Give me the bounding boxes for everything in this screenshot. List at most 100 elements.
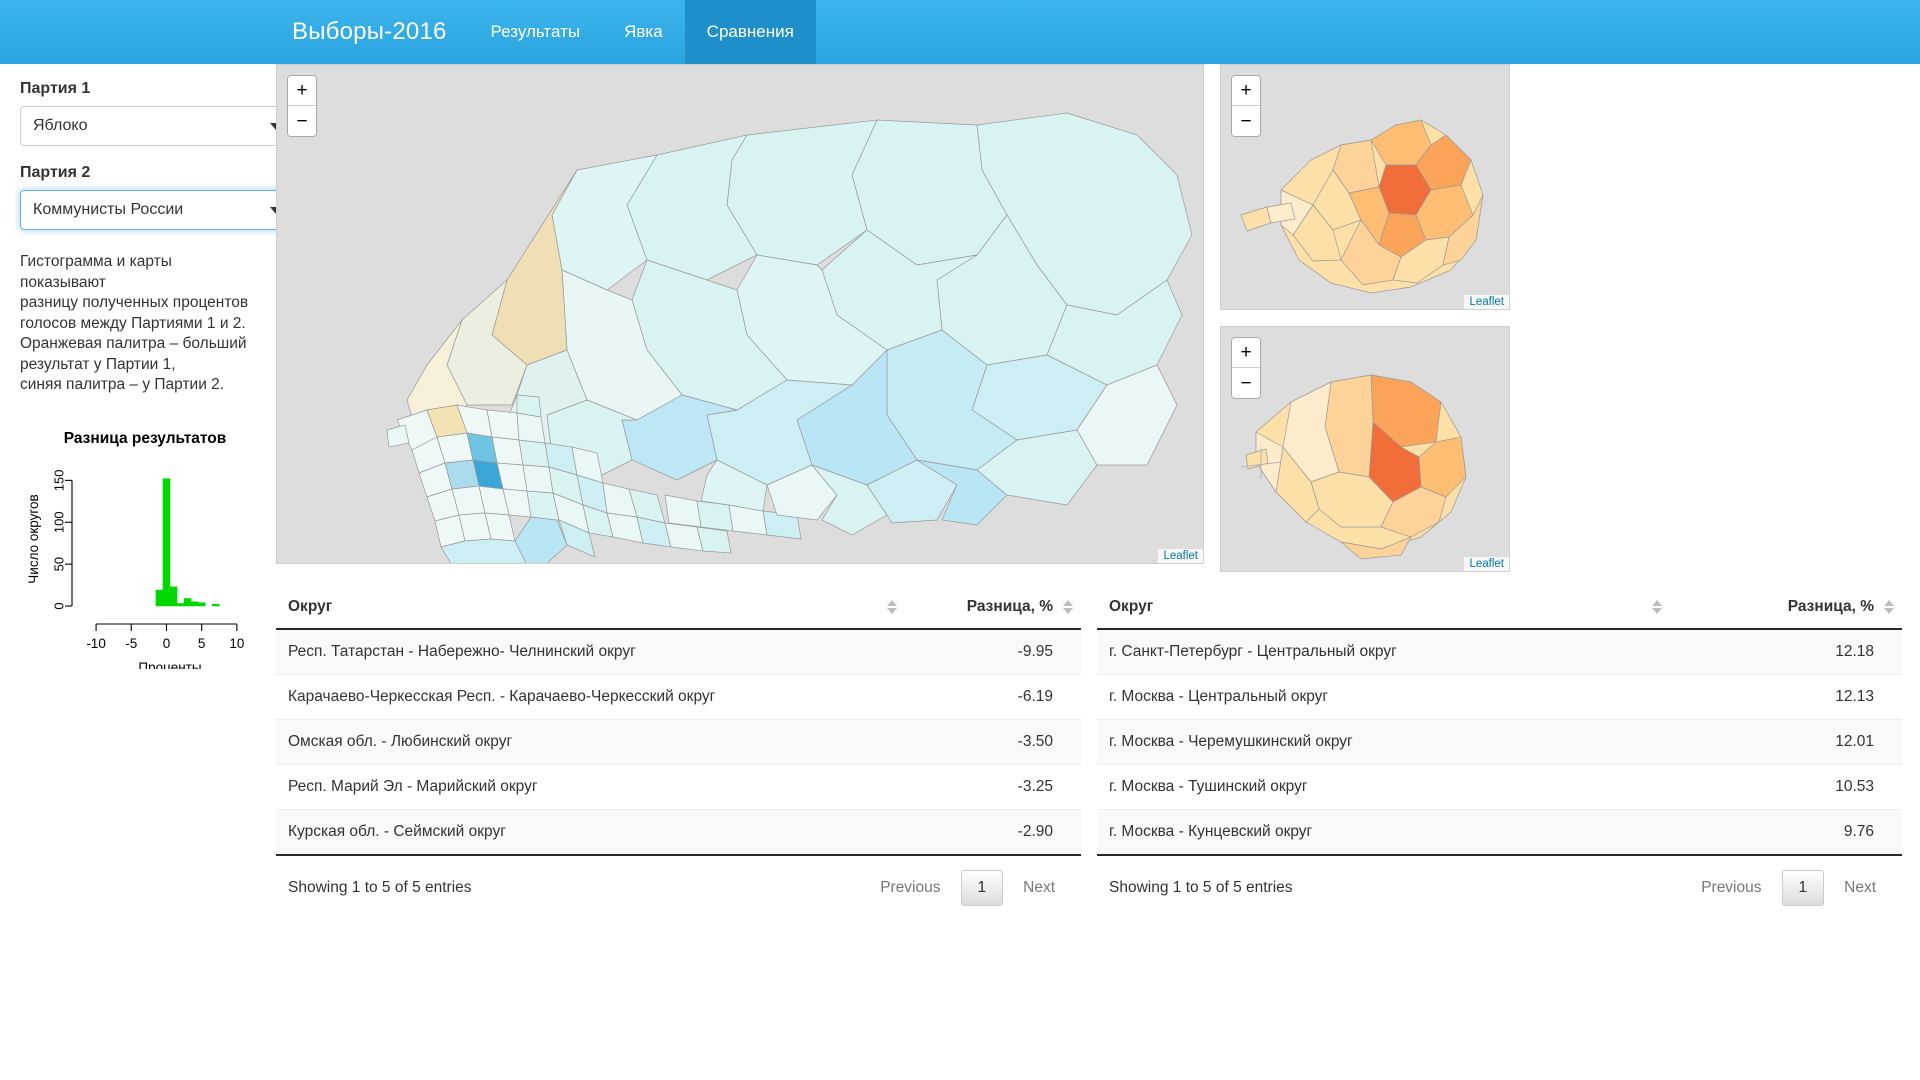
sort-icon[interactable] (1884, 600, 1894, 614)
russia-map-canvas (277, 65, 1203, 563)
maps-row: + − Leaflet + − Leaflet + − Leaflet (276, 64, 1902, 572)
table-row[interactable]: Респ. Марий Эл - Марийский округ -3.25 (276, 764, 1081, 810)
cell-difference: -2.90 (905, 809, 1081, 856)
tables-row: Округ Разница, % Респ. Татарстан - Набер… (276, 586, 1902, 906)
cell-district: Омская обл. - Любинский округ (276, 719, 905, 765)
cell-difference: -3.50 (905, 719, 1081, 765)
x-axis-title: Проценты (138, 660, 201, 669)
districts-table-right: Округ Разница, % г. Санкт-Петербург - Це… (1097, 586, 1902, 856)
cell-district: г. Москва - Черемушкинский округ (1097, 719, 1670, 765)
sort-icon[interactable] (887, 600, 897, 614)
x-tick-label: -10 (86, 636, 106, 651)
table-row[interactable]: Респ. Татарстан - Набережно- Челнинский … (276, 629, 1081, 675)
histogram-bar (183, 597, 192, 606)
table-left-footer: Showing 1 to 5 of 5 entries Previous 1 N… (276, 856, 1081, 906)
table-row[interactable]: г. Москва - Центральный округ 12.13 (1097, 674, 1902, 720)
russia-map[interactable]: + − Leaflet (276, 64, 1204, 564)
table-row[interactable]: г. Санкт-Петербург - Центральный округ 12… (1097, 629, 1902, 675)
table-right-block: Округ Разница, % г. Санкт-Петербург - Це… (1097, 586, 1902, 906)
party1-select[interactable]: Яблоко (20, 106, 297, 146)
cell-district: Респ. Марий Эл - Марийский округ (276, 764, 905, 810)
cell-difference: 12.01 (1669, 719, 1902, 765)
table-row[interactable]: г. Москва - Кунцевский округ 9.76 (1097, 809, 1902, 856)
histogram-bar (162, 477, 171, 606)
spb-map-zoom-control: + − (1231, 337, 1261, 399)
sort-icon[interactable] (1063, 600, 1073, 614)
cell-district: г. Санкт-Петербург - Центральный округ (1097, 629, 1670, 675)
next-page-button[interactable]: Next (1830, 871, 1890, 905)
cell-difference: -6.19 (905, 674, 1081, 720)
table-row[interactable]: Омская обл. - Любинский округ -3.50 (276, 719, 1081, 765)
zoom-out-button[interactable]: − (1232, 106, 1260, 136)
zoom-in-button[interactable]: + (1232, 338, 1260, 368)
moscow-map-canvas (1221, 65, 1509, 309)
histogram-panel: Разница результатов 0 50 100 150 -10 -5 0 5 10 Чи… (20, 430, 270, 669)
cell-difference: -9.95 (905, 629, 1081, 675)
histogram-bar (155, 589, 164, 606)
tab-turnout[interactable]: Явка (602, 0, 685, 64)
entries-info: Showing 1 to 5 of 5 entries (288, 879, 472, 896)
sort-icon[interactable] (1651, 600, 1662, 614)
x-tick-label: 10 (229, 636, 244, 651)
party2-select[interactable]: Коммунисты России (20, 190, 297, 230)
column-header-district[interactable]: Округ (276, 586, 905, 630)
leaflet-attribution[interactable]: Leaflet (1464, 295, 1509, 309)
pagination: Previous 1 Next (1687, 870, 1890, 906)
cell-district: Курская обл. - Сеймский округ (276, 809, 905, 856)
leaflet-attribution[interactable]: Leaflet (1158, 549, 1203, 563)
table-row[interactable]: г. Москва - Тушинский округ 10.53 (1097, 764, 1902, 810)
page-1-button[interactable]: 1 (1781, 870, 1825, 906)
districts-table-left: Округ Разница, % Респ. Татарстан - Набер… (276, 586, 1081, 856)
pagination: Previous 1 Next (866, 870, 1069, 906)
next-page-button[interactable]: Next (1009, 871, 1069, 905)
histogram-title: Разница результатов (63, 429, 227, 447)
column-header-difference[interactable]: Разница, % (1669, 586, 1902, 630)
moscow-map-zoom-control: + − (1231, 75, 1261, 137)
tab-comparisons[interactable]: Сравнения (684, 0, 816, 64)
cell-district: г. Москва - Тушинский округ (1097, 764, 1670, 810)
table-row[interactable]: г. Москва - Черемушкинский округ 12.01 (1097, 719, 1902, 765)
entries-info: Showing 1 to 5 of 5 entries (1109, 879, 1293, 896)
brand-title[interactable]: Выборы-2016 (270, 0, 469, 64)
cell-district: Карачаево-Черкесская Респ. - Карачаево-Ч… (276, 674, 905, 720)
histogram-chart: 0 50 100 150 -10 -5 0 5 10 Число округов Проценты (26, 469, 244, 669)
page-1-button[interactable]: 1 (960, 870, 1004, 906)
cell-difference: 9.76 (1669, 809, 1902, 856)
page-body: Партия 1 Яблоко Партия 2 Коммунисты Росс… (0, 64, 1920, 1080)
spb-inset-map[interactable]: + − Leaflet (1220, 326, 1510, 572)
sidebar: Партия 1 Яблоко Партия 2 Коммунисты Росс… (0, 64, 297, 1080)
histogram-bar (197, 601, 206, 606)
x-tick-label: 5 (198, 636, 206, 651)
moscow-inset-map[interactable]: + − Leaflet (1220, 64, 1510, 310)
y-tick-label: 0 (51, 602, 66, 609)
tab-results[interactable]: Результаты (469, 0, 603, 64)
table-header-row: Округ Разница, % (276, 586, 1081, 630)
zoom-out-button[interactable]: − (1232, 368, 1260, 398)
leaflet-attribution[interactable]: Leaflet (1464, 557, 1509, 571)
y-tick-label: 150 (51, 469, 66, 491)
legend-description: Гистограмма и карты показывают разницу п… (20, 253, 249, 393)
table-row[interactable]: Карачаево-Черкесская Респ. - Карачаево-Ч… (276, 674, 1081, 720)
cell-difference: 10.53 (1669, 764, 1902, 810)
map-zoom-control: + − (287, 75, 317, 137)
party1-label: Партия 1 (20, 80, 91, 97)
table-row[interactable]: Курская обл. - Сеймский округ -2.90 (276, 809, 1081, 856)
x-tick-label: -5 (125, 636, 137, 651)
party1-selected-value: Яблоко (33, 117, 88, 134)
y-tick-label: 50 (51, 556, 66, 570)
zoom-in-button[interactable]: + (1232, 76, 1260, 106)
column-header-district[interactable]: Округ (1097, 586, 1670, 630)
histogram-bar (169, 585, 178, 606)
previous-page-button[interactable]: Previous (866, 871, 954, 905)
cell-district: г. Москва - Центральный округ (1097, 674, 1670, 720)
cell-difference: -3.25 (905, 764, 1081, 810)
cell-district: Респ. Татарстан - Набережно- Челнинский … (276, 629, 905, 675)
column-header-difference[interactable]: Разница, % (905, 586, 1081, 630)
zoom-in-button[interactable]: + (288, 76, 316, 106)
zoom-out-button[interactable]: − (288, 106, 316, 136)
cell-district: г. Москва - Кунцевский округ (1097, 809, 1670, 856)
table-right-footer: Showing 1 to 5 of 5 entries Previous 1 N… (1097, 856, 1902, 906)
table-header-row: Округ Разница, % (1097, 586, 1902, 630)
y-axis-title: Число округов (26, 494, 41, 583)
previous-page-button[interactable]: Previous (1687, 871, 1775, 905)
